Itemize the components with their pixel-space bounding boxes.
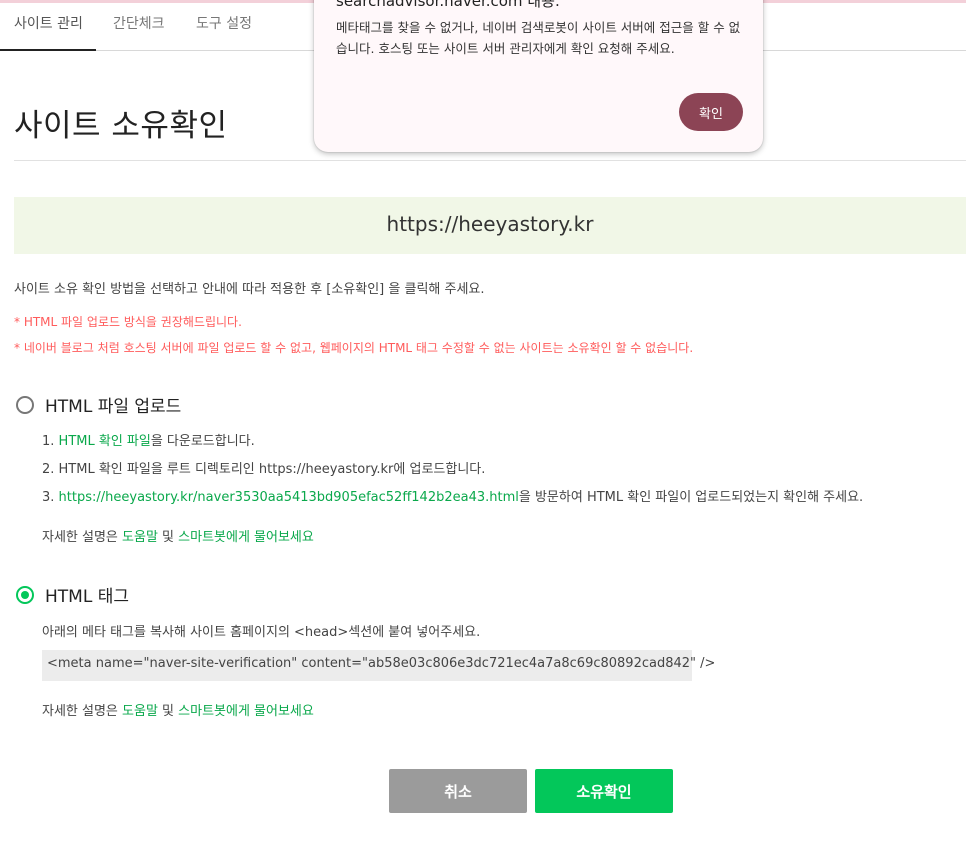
download-html-file-link[interactable]: HTML 확인 파일 [59, 434, 151, 449]
site-url: https://heeyastory.kr [386, 212, 594, 236]
title-divider [14, 160, 966, 161]
help-text-tag: 자세한 설명은 도움말 및 스마트봇에게 물어보세요 [42, 700, 314, 719]
radio-unchecked-icon[interactable] [16, 395, 34, 414]
help-prefix: 자세한 설명은 [42, 704, 123, 719]
file-step-3: 3. https://heeyastory.kr/naver3530aa5413… [42, 486, 863, 505]
dialog-title: searchadvisor.naver.com 내용: [336, 0, 560, 10]
help-prefix: 자세한 설명은 [42, 530, 123, 545]
file-step-1: 1. HTML 확인 파일을 다운로드합니다. [42, 430, 255, 449]
verify-ownership-button[interactable]: 소유확인 [535, 769, 673, 813]
verification-file-url-link[interactable]: https://heeyastory.kr/naver3530aa5413bd9… [59, 490, 519, 505]
cancel-button[interactable]: 취소 [389, 769, 527, 813]
help-middle: 및 [157, 704, 179, 719]
help-text-file: 자세한 설명은 도움말 및 스마트봇에게 물어보세요 [42, 526, 314, 545]
radio-label-html-tag: HTML 태그 [45, 587, 129, 607]
alert-dialog: searchadvisor.naver.com 내용: 메타태그를 찾을 수 없… [314, 0, 763, 152]
step-1-prefix: 1. [42, 434, 59, 449]
tab-site-management[interactable]: 사이트 관리 [14, 13, 83, 33]
notice-recommend: * HTML 파일 업로드 방식을 권장해드립니다. [14, 315, 242, 329]
active-tab-indicator [0, 49, 96, 51]
smartbot-link[interactable]: 스마트봇에게 물어보세요 [178, 530, 314, 545]
meta-tag-code[interactable]: <meta name="naver-site-verification" con… [47, 656, 715, 671]
notice-unsupported: * 네이버 블로그 처럼 호스팅 서버에 파일 업로드 할 수 없고, 웹페이지… [14, 341, 694, 355]
dialog-ok-button[interactable]: 확인 [679, 93, 743, 131]
radio-label-html-file: HTML 파일 업로드 [45, 397, 182, 417]
file-step-2: 2. HTML 확인 파일을 루트 디렉토리인 https://heeyasto… [42, 462, 486, 477]
intro-text: 사이트 소유 확인 방법을 선택하고 안내에 따라 적용한 후 [소유확인] 을… [14, 282, 485, 297]
site-url-box: https://heeyastory.kr [14, 197, 966, 254]
page-title: 사이트 소유확인 [14, 108, 228, 144]
tab-tool-settings[interactable]: 도구 설정 [196, 13, 252, 33]
help-link[interactable]: 도움말 [122, 530, 158, 545]
tab-quick-check[interactable]: 간단체크 [113, 13, 165, 33]
radio-html-tag[interactable]: HTML 태그 [16, 582, 129, 607]
help-middle: 및 [157, 530, 179, 545]
dialog-message: 메타태그를 찾을 수 없거나, 네이버 검색로봇이 사이트 서버에 접근을 할 … [336, 20, 741, 56]
step-3-prefix: 3. [42, 490, 59, 505]
radio-checked-icon[interactable] [16, 585, 34, 604]
tag-instruction: 아래의 메타 태그를 복사해 사이트 홈페이지의 <head>섹션에 붙여 넣어… [42, 625, 481, 640]
help-link[interactable]: 도움말 [122, 704, 158, 719]
meta-tag-box[interactable]: <meta name="naver-site-verification" con… [42, 650, 715, 681]
step-1-suffix: 을 다운로드합니다. [150, 434, 255, 449]
radio-html-file-upload[interactable]: HTML 파일 업로드 [16, 392, 181, 417]
smartbot-link[interactable]: 스마트봇에게 물어보세요 [178, 704, 314, 719]
step-3-suffix: 을 방문하여 HTML 확인 파일이 업로드되었는지 확인해 주세요. [518, 490, 864, 505]
